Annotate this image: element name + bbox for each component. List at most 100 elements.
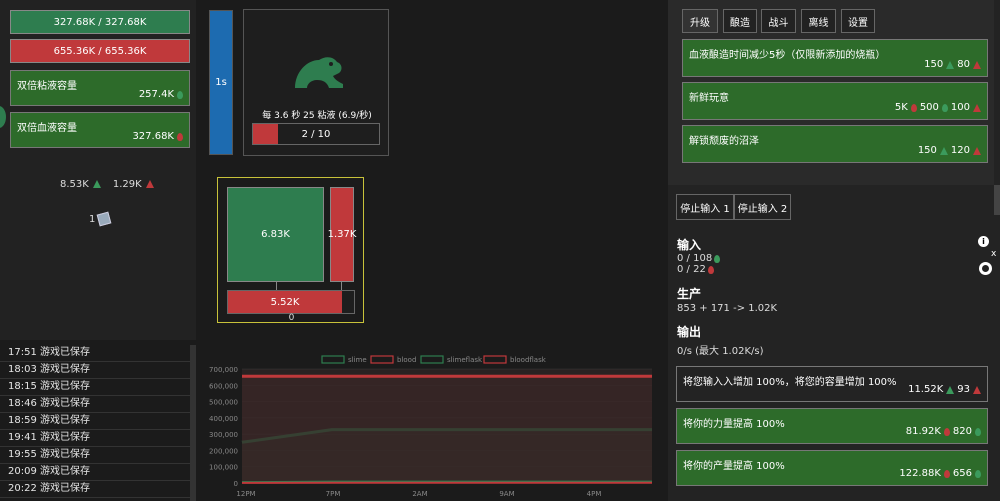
x-tick-label: 7PM <box>326 490 341 498</box>
blood-capacity-bar: 655.36K / 655.36K <box>10 39 190 63</box>
y-tick-label: 0 <box>234 480 238 488</box>
upgrade-double-slime[interactable]: 双倍粘液容量 257.4K <box>10 70 190 106</box>
upgrade-cost-bloodflask: 80 <box>957 59 970 70</box>
combined-storage-bar: 5.52K <box>227 290 355 314</box>
legend-swatch <box>483 355 507 364</box>
producer-panel[interactable]: 每 3.6 秒 25 粘液 (6.9/秒) 2 / 10 <box>243 9 389 156</box>
github-icon[interactable] <box>979 262 992 275</box>
log-row: 20:09 游戏已保存 <box>0 464 196 481</box>
production-heading: 生产 <box>677 287 702 301</box>
upgrade-title: 将你的产量提高 100% <box>683 461 785 472</box>
tab-settings[interactable]: 设置 <box>841 9 875 33</box>
blood-drop-icon <box>707 265 714 274</box>
blood-capacity-text: 655.36K / 655.36K <box>53 45 147 57</box>
log-row: 18:59 游戏已保存 <box>0 413 196 430</box>
bloodflask-icon <box>973 146 981 155</box>
upgrade-cost: 327.68K <box>132 131 174 142</box>
log-row: 17:51 游戏已保存 <box>0 345 196 362</box>
input-blood-value: 0 / 22 <box>677 264 706 275</box>
stop-input-2-button[interactable]: 停止输入 2 <box>734 194 791 220</box>
slimeflask-icon <box>939 146 948 155</box>
right-scrollbar[interactable] <box>994 185 1000 215</box>
combined-storage-value: 5.52K <box>270 296 300 308</box>
timer-bar: 1s <box>209 10 233 155</box>
log-scrollbar[interactable] <box>190 345 196 501</box>
input-slime-value: 0 / 108 <box>677 253 713 264</box>
upgrade-cost-slime: 820 <box>952 426 972 437</box>
book-icon <box>97 211 112 227</box>
upgrade-cost-blood: 122.88K <box>899 468 941 479</box>
upgrade-title: 血液酿造时间减少5秒（仅限新添加的烧瓶） <box>689 50 886 61</box>
production-formula: 853 + 171 -> 1.02K <box>677 303 778 314</box>
log-row: 18:46 游戏已保存 <box>0 396 196 413</box>
upgrade-cost-slimeflask: 150 <box>924 59 944 70</box>
upgrade-cost-slimeflask: 150 <box>917 145 937 156</box>
upgrade-cost-bloodflask: 120 <box>950 145 970 156</box>
legend-label: bloodflask <box>510 356 547 364</box>
legend-label: blood <box>397 356 416 364</box>
slime-capacity-text: 327.68K / 327.68K <box>53 16 147 28</box>
blood-storage-value: 1.37K <box>327 229 357 240</box>
slimeflask-icon <box>92 180 101 188</box>
capacity-upgrade-card[interactable]: 将您输入入增加 100%，将您的容量增加 100% 11.52K 93 <box>676 366 988 402</box>
upgrade-title: 解锁颓废的沼泽 <box>689 136 759 147</box>
slimeflask-icon <box>946 385 955 394</box>
log-row: 19:41 游戏已保存 <box>0 430 196 447</box>
tab-offline[interactable]: 离线 <box>801 9 836 33</box>
tab-label: 酿造 <box>730 17 750 29</box>
save-log[interactable]: 17:51 游戏已保存 18:03 游戏已保存 18:15 游戏已保存 18:4… <box>0 340 196 501</box>
blood-drop-icon <box>177 132 183 141</box>
production-rate-text: 每 3.6 秒 25 粘液 (6.9/秒) <box>262 111 372 121</box>
upgrade-card[interactable]: 解锁颓废的沼泽 150 120 <box>682 125 988 163</box>
log-row: 20:22 游戏已保存 <box>0 481 196 498</box>
upgrade-card[interactable]: 血液酿造时间减少5秒（仅限新添加的烧瓶） 150 80 <box>682 39 988 77</box>
slimeflask-icon <box>946 60 955 69</box>
tab-upgrades[interactable]: 升级 <box>682 9 718 33</box>
slime-drop-icon <box>975 427 981 436</box>
bloodflask-icon <box>973 103 981 112</box>
input-heading: 输入 <box>677 238 702 252</box>
y-tick-label: 700,000 <box>209 366 238 374</box>
input-blood: 0 / 22 <box>677 264 714 275</box>
upgrade-cost-slime: 656 <box>952 468 972 479</box>
slime-capacity-bar: 327.68K / 327.68K <box>10 10 190 34</box>
tab-battle[interactable]: 战斗 <box>761 9 796 33</box>
x-tick-label: 9AM <box>499 490 514 498</box>
strength-upgrade-card[interactable]: 将你的力量提高 100% 81.92K 820 <box>676 408 988 444</box>
upgrade-cost-blood: 81.92K <box>905 426 941 437</box>
info-icon[interactable]: i <box>978 236 989 247</box>
upgrade-card[interactable]: 新鲜玩意 5K 500 100 <box>682 82 988 120</box>
close-icon[interactable]: x <box>991 249 999 259</box>
upgrade-title: 将你的力量提高 100% <box>683 419 785 430</box>
blood-storage-column: 1.37K <box>327 187 357 282</box>
slimeflask-count: 8.53K <box>60 178 89 190</box>
progress-text: 2 / 10 <box>301 129 331 140</box>
legend-swatch <box>370 355 394 364</box>
x-tick-label: 2AM <box>412 490 427 498</box>
upgrade-title: 将您输入入增加 100%，将您的容量增加 100% <box>683 377 897 388</box>
production-progress: 2 / 10 <box>252 123 380 145</box>
y-tick-label: 100,000 <box>209 464 238 472</box>
log-row: 18:03 游戏已保存 <box>0 362 196 379</box>
upgrade-cost-blood: 5K <box>894 102 908 113</box>
bloodflask-icon <box>973 60 981 69</box>
upgrade-title: 双倍血液容量 <box>17 123 77 134</box>
output-upgrade-card[interactable]: 将你的产量提高 100% 122.88K 656 <box>676 450 988 486</box>
tab-brew[interactable]: 酿造 <box>723 9 757 33</box>
blood-drop-icon <box>943 427 950 436</box>
legend-label: slime <box>348 356 367 364</box>
legend-label: slimeflask <box>447 356 483 364</box>
upgrade-double-blood[interactable]: 双倍血液容量 327.68K <box>10 112 190 148</box>
slime-drop-icon <box>714 254 721 263</box>
upgrade-cost-bloodflask: 93 <box>957 384 970 395</box>
tab-label: 设置 <box>848 17 868 29</box>
button-label: 停止输入 2 <box>737 203 788 215</box>
item-counter: 1 <box>89 211 129 227</box>
item-count: 1 <box>89 213 96 225</box>
x-tick-label: 12PM <box>236 490 255 498</box>
stop-input-1-button[interactable]: 停止输入 1 <box>676 194 734 220</box>
output-heading: 输出 <box>677 325 702 339</box>
input-slime: 0 / 108 <box>677 253 721 264</box>
storage-panel: 6.83K 1.37K 5.52K 0 <box>217 177 364 323</box>
slime-drop-icon <box>177 90 183 99</box>
